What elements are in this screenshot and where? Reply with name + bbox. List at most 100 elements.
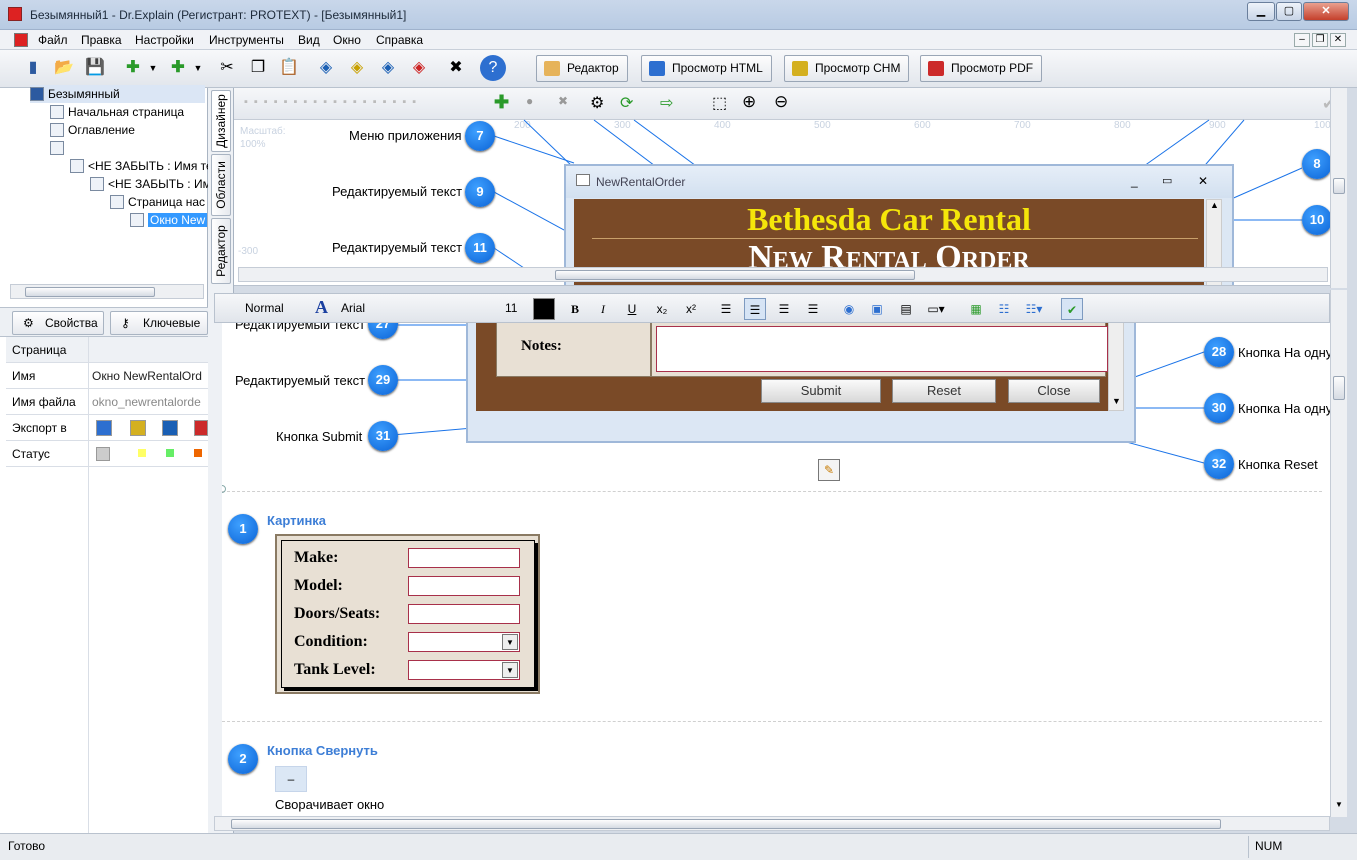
export-word-icon[interactable]: [162, 420, 178, 436]
table-icon[interactable]: ▦: [965, 298, 987, 320]
tree-item-note1[interactable]: <НЕ ЗАБЫТЬ : Имя те: [70, 157, 213, 175]
callout-9[interactable]: 9: [465, 177, 495, 207]
cut-icon[interactable]: ✂: [214, 55, 240, 81]
color-swatch[interactable]: [533, 298, 555, 320]
export-html-icon[interactable]: [96, 420, 112, 436]
grid-row-filename[interactable]: Имя файла okno_newrentalorde: [6, 389, 208, 415]
mdi-restore-button[interactable]: ❐: [1312, 33, 1328, 47]
close-button[interactable]: ✕: [1303, 2, 1349, 21]
tree-item-start-page[interactable]: Начальная страница: [50, 103, 184, 121]
maximize-button[interactable]: ▢: [1276, 2, 1302, 21]
hyperlink-icon[interactable]: ◉: [838, 298, 860, 320]
tab-editor[interactable]: Редактор: [536, 55, 628, 82]
open-folder-icon[interactable]: 📂: [51, 55, 77, 81]
build-html-icon[interactable]: ◈: [313, 55, 339, 81]
tree-item-window-new[interactable]: Окно New: [130, 211, 208, 229]
callout-30[interactable]: 30: [1204, 393, 1234, 423]
editor-vscrollbar[interactable]: ▼: [1330, 290, 1347, 817]
spellcheck-icon[interactable]: ✔: [1061, 298, 1083, 320]
status-yellow-icon[interactable]: [138, 449, 146, 457]
callout-31[interactable]: 31: [368, 421, 398, 451]
numbered-list-icon[interactable]: ☷▾: [1023, 298, 1045, 320]
tree-item-root[interactable]: Безымянный: [30, 85, 205, 103]
add-topic-icon[interactable]: ✚: [120, 55, 146, 81]
bold-button[interactable]: B: [564, 298, 586, 320]
tab-properties[interactable]: ⚙ Свойства: [12, 311, 104, 335]
align-right-icon[interactable]: ☰: [773, 298, 795, 320]
tab-areas[interactable]: Области: [211, 154, 231, 216]
menu-window[interactable]: Окно: [333, 33, 361, 47]
tree-item-toc[interactable]: Оглавление: [50, 121, 135, 139]
section-2-text[interactable]: Сворачивает окно: [275, 797, 384, 812]
tab-editor-vertical[interactable]: Редактор: [211, 218, 231, 284]
minimize-button[interactable]: ▁: [1247, 2, 1275, 21]
editor-vscroll-thumb[interactable]: [1333, 376, 1345, 400]
editor-hscroll-thumb[interactable]: [231, 819, 1221, 829]
tree-item-page[interactable]: Страница нас: [110, 193, 205, 211]
editor-hscrollbar[interactable]: [214, 816, 1330, 831]
build-chm-icon[interactable]: ◈: [344, 55, 370, 81]
font-select[interactable]: Arial: [341, 301, 365, 315]
status-green-icon[interactable]: [166, 449, 174, 457]
new-project-icon[interactable]: ▮: [20, 55, 46, 81]
callout-11[interactable]: 11: [465, 233, 495, 263]
add-child-icon[interactable]: ✚: [165, 55, 191, 81]
menu-edit[interactable]: Правка: [81, 33, 122, 47]
mdi-minimize-button[interactable]: –: [1294, 33, 1310, 47]
callout-32[interactable]: 32: [1204, 449, 1234, 479]
align-center-icon[interactable]: ☰: [744, 298, 766, 320]
section-2-title[interactable]: Кнопка Свернуть: [267, 743, 378, 758]
callout-7[interactable]: 7: [465, 121, 495, 151]
designer-vscroll-thumb[interactable]: [1333, 178, 1345, 194]
tab-preview-html[interactable]: Просмотр HTML: [641, 55, 772, 82]
tree-hscrollbar[interactable]: [10, 284, 204, 299]
tree-item-note2[interactable]: <НЕ ЗАБЫТЬ : Им: [90, 175, 211, 193]
section-1-title[interactable]: Картинка: [267, 513, 326, 528]
tab-designer[interactable]: Дизайнер: [211, 90, 231, 152]
tools-icon[interactable]: ✖: [443, 55, 469, 81]
designer-hscrollbar[interactable]: [238, 267, 1328, 282]
callout-28[interactable]: 28: [1204, 337, 1234, 367]
menu-settings[interactable]: Настройки: [135, 33, 194, 47]
menu-view[interactable]: Вид: [298, 33, 320, 47]
build-pdf-icon[interactable]: ◈: [406, 55, 432, 81]
grid-row-export[interactable]: Экспорт в: [6, 415, 208, 441]
scroll-down-arrow-icon[interactable]: ▼: [1335, 800, 1343, 809]
export-chm-icon[interactable]: [130, 420, 146, 436]
grid-row-status[interactable]: Статус: [6, 441, 208, 467]
video-icon[interactable]: ▤: [895, 298, 917, 320]
help-icon[interactable]: ?: [480, 55, 506, 81]
superscript-button[interactable]: x²: [680, 298, 702, 320]
designer-vscrollbar[interactable]: [1330, 88, 1347, 288]
tab-preview-chm[interactable]: Просмотр CHM: [784, 55, 910, 82]
underline-button[interactable]: U: [621, 298, 643, 320]
grid-row-name[interactable]: Имя Окно NewRentalOrd: [6, 363, 208, 389]
copy-icon[interactable]: ❐: [245, 55, 271, 81]
add-child-dropdown-icon[interactable]: ▼: [191, 55, 205, 81]
designer-scroll-thumb[interactable]: [555, 270, 915, 280]
align-left-icon[interactable]: ☰: [715, 298, 737, 320]
tab-keywords[interactable]: ⚷Ключевые с: [110, 311, 208, 352]
variable-icon[interactable]: ▭▾: [925, 298, 947, 320]
status-orange-icon[interactable]: [194, 449, 202, 457]
image-icon[interactable]: ▣: [866, 298, 888, 320]
edit-image-icon[interactable]: ✎: [818, 459, 840, 481]
bullet-list-icon[interactable]: ☷: [993, 298, 1015, 320]
save-icon[interactable]: 💾: [82, 55, 108, 81]
font-size-select[interactable]: 11: [505, 301, 517, 315]
callout-10[interactable]: 10: [1302, 205, 1330, 235]
tree-item-folder[interactable]: [50, 139, 68, 157]
export-pdf-icon[interactable]: [194, 420, 208, 436]
tab-preview-pdf[interactable]: Просмотр PDF: [920, 55, 1043, 82]
paste-icon[interactable]: 📋: [276, 55, 302, 81]
justify-icon[interactable]: ☰: [802, 298, 824, 320]
style-select[interactable]: Normal: [245, 301, 284, 315]
subscript-button[interactable]: x₂: [651, 298, 673, 320]
menu-file[interactable]: Файл: [38, 33, 68, 47]
mdi-close-button[interactable]: ✕: [1330, 33, 1346, 47]
build-word-icon[interactable]: ◈: [375, 55, 401, 81]
menu-help[interactable]: Справка: [376, 33, 423, 47]
status-gray-icon[interactable]: [96, 447, 110, 461]
menu-tools[interactable]: Инструменты: [209, 33, 284, 47]
italic-button[interactable]: I: [592, 298, 614, 320]
